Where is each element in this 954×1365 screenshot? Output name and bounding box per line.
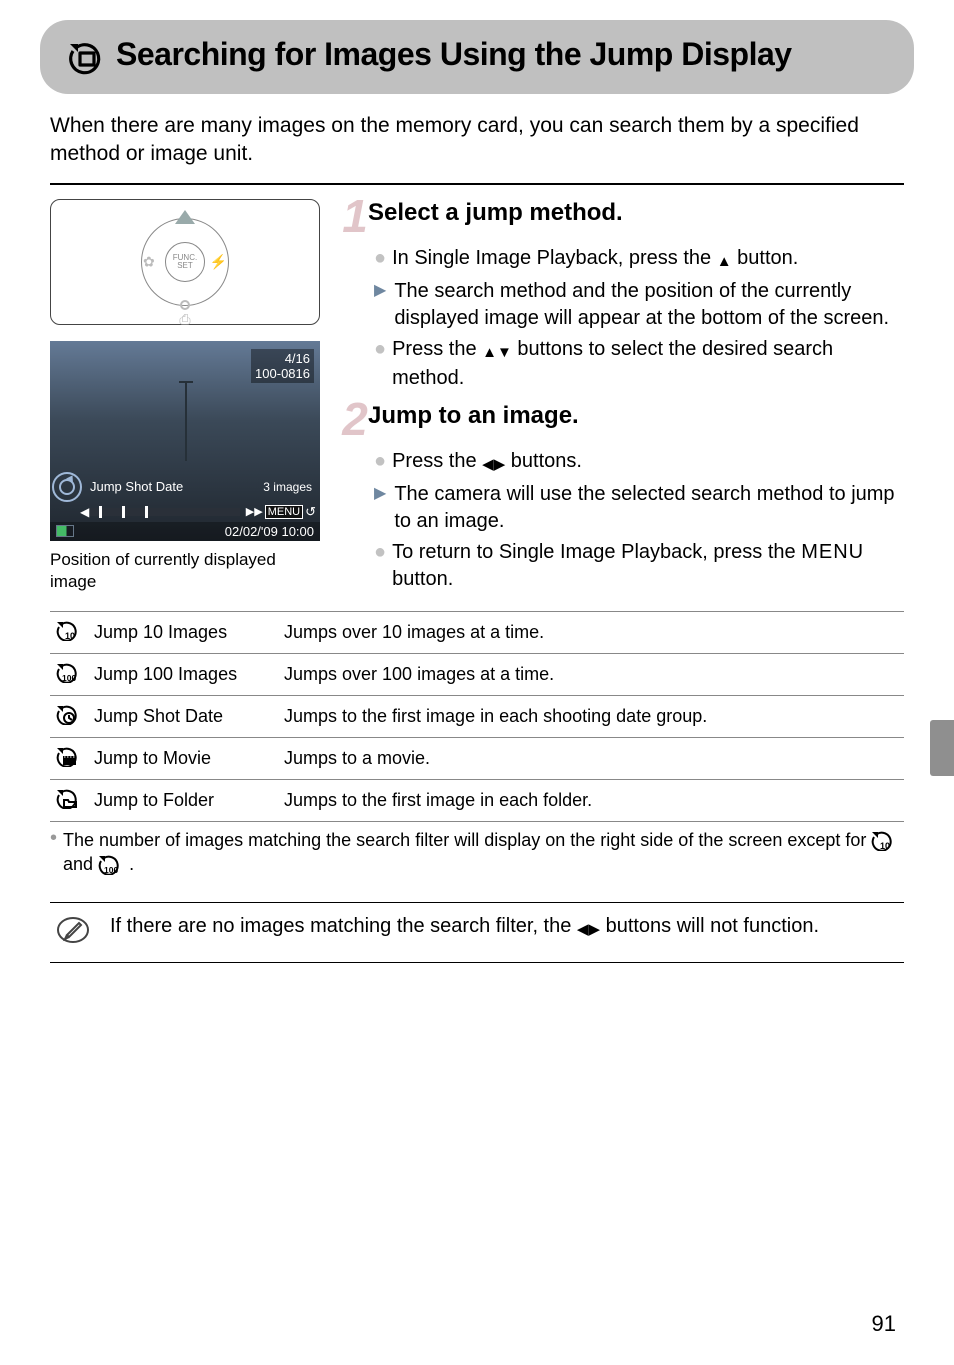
result-icon: ▶ <box>374 481 386 507</box>
match-count: 3 images <box>263 480 316 494</box>
jump-date-name: Jump Shot Date <box>88 695 278 737</box>
dpad-right-icon: ⚡ <box>210 253 227 270</box>
screenshot-caption: Position of currently displayed image <box>50 549 320 593</box>
jump-100-name: Jump 100 Images <box>88 653 278 695</box>
skip-icon: ▶▶ <box>246 505 263 518</box>
histogram-icon <box>56 525 74 537</box>
bullet-icon: ● <box>374 336 386 362</box>
svg-text:10: 10 <box>880 841 890 851</box>
table-row: 10 Jump 10 Images Jumps over 10 images a… <box>50 611 904 653</box>
bullet-icon: ● <box>374 448 386 474</box>
step-number-2: 2 <box>338 396 372 442</box>
right-column: 1 Select a jump method. ● In Single Imag… <box>338 199 904 597</box>
step-2-header: 2 Jump to an image. <box>338 402 904 442</box>
jump-header-icon <box>66 38 106 78</box>
result-icon: ▶ <box>374 278 386 304</box>
table-row: Jump to Movie Jumps to a movie. <box>50 737 904 779</box>
jump-10-desc: Jumps over 10 images at a time. <box>278 611 904 653</box>
table-row: Jump to Folder Jumps to the first image … <box>50 779 904 821</box>
down-arrow-icon <box>497 338 512 365</box>
svg-text:10: 10 <box>65 631 75 641</box>
page-number: 91 <box>872 1311 896 1337</box>
jump-10-name: Jump 10 Images <box>88 611 278 653</box>
svg-text:100: 100 <box>62 673 76 683</box>
note-box: If there are no images matching the sear… <box>50 902 904 963</box>
jump-100-desc: Jumps over 100 images at a time. <box>278 653 904 695</box>
jump-folder-icon <box>50 779 88 821</box>
dpad-up-icon <box>175 210 195 224</box>
up-arrow-icon <box>482 338 497 365</box>
left-skip-icon: ▶ <box>80 505 89 519</box>
jump-mode-label: Jump Shot Date <box>90 479 183 494</box>
jump-movie-name: Jump to Movie <box>88 737 278 779</box>
jump-100-icon: 100 <box>50 653 88 695</box>
step-2-bullet-3: To return to Single Image Playback, pres… <box>392 539 904 593</box>
step-2-title: Jump to an image. <box>368 402 579 430</box>
dpad-left-icon: ✿ <box>143 253 155 270</box>
jump-folder-name: Jump to Folder <box>88 779 278 821</box>
left-arrow-icon <box>482 450 494 477</box>
step-2-bullet-1: Press the buttons. <box>392 448 582 477</box>
step-1-header: 1 Select a jump method. <box>338 199 904 239</box>
note-text: If there are no images matching the sear… <box>110 913 819 952</box>
menu-badge: MENU <box>265 505 303 519</box>
main-content: FUNC. SET ✿ ⚡ ⎙ 4/16 100-0816 Jump Shot … <box>50 199 904 597</box>
jump-date-desc: Jumps to the first image in each shootin… <box>278 695 904 737</box>
section-tab <box>930 720 954 776</box>
step-1-title: Select a jump method. <box>368 199 623 227</box>
jump-movie-icon <box>50 737 88 779</box>
divider <box>50 183 904 185</box>
jump-movie-desc: Jumps to a movie. <box>278 737 904 779</box>
left-arrow-icon <box>577 915 589 942</box>
datetime-label: 02/02/'09 10:00 <box>225 524 314 539</box>
step-1-bullet-2: The search method and the position of th… <box>394 278 904 332</box>
dpad-diagram: FUNC. SET ✿ ⚡ ⎙ <box>50 199 320 325</box>
left-column: FUNC. SET ✿ ⚡ ⎙ 4/16 100-0816 Jump Shot … <box>50 199 320 597</box>
page-title: Searching for Images Using the Jump Disp… <box>116 36 792 73</box>
jump-shot-date-icon <box>52 472 82 502</box>
jump-methods-table: 10 Jump 10 Images Jumps over 10 images a… <box>50 611 904 822</box>
bullet-icon: ● <box>374 245 386 271</box>
image-counter: 4/16 <box>255 351 310 366</box>
table-row: 100 Jump 100 Images Jumps over 100 image… <box>50 653 904 695</box>
pencil-note-icon <box>56 913 90 952</box>
menu-word: MENU <box>801 541 864 563</box>
table-row: Jump Shot Date Jumps to the first image … <box>50 695 904 737</box>
step-1-bullet-1: In Single Image Playback, press the butt… <box>392 245 798 274</box>
bullet-icon: ● <box>374 539 386 565</box>
step-number-1: 1 <box>338 193 372 239</box>
camera-lcd-screenshot: 4/16 100-0816 Jump Shot Date 3 images ▶ … <box>50 341 320 541</box>
undo-icon: ↺ <box>305 504 316 520</box>
position-bar <box>89 508 240 516</box>
svg-text:100: 100 <box>104 865 118 875</box>
dpad-down-icon <box>180 300 190 310</box>
jump-date-icon <box>50 695 88 737</box>
step-2-bullet-2: The camera will use the selected search … <box>394 481 904 535</box>
file-number: 100-0816 <box>255 366 310 381</box>
table-footnote: • The number of images matching the sear… <box>50 828 904 877</box>
step-1-bullet-3: Press the buttons to select the desired … <box>392 336 904 392</box>
intro-paragraph: When there are many images on the memory… <box>50 112 904 169</box>
right-arrow-icon <box>588 915 600 942</box>
func-set-label: FUNC. SET <box>165 242 205 282</box>
print-icon: ⎙ <box>179 311 190 328</box>
jump-folder-desc: Jumps to the first image in each folder. <box>278 779 904 821</box>
right-arrow-icon <box>494 450 506 477</box>
up-arrow-icon <box>717 247 732 274</box>
jump-10-icon: 10 <box>50 611 88 653</box>
page-header: Searching for Images Using the Jump Disp… <box>40 20 914 94</box>
